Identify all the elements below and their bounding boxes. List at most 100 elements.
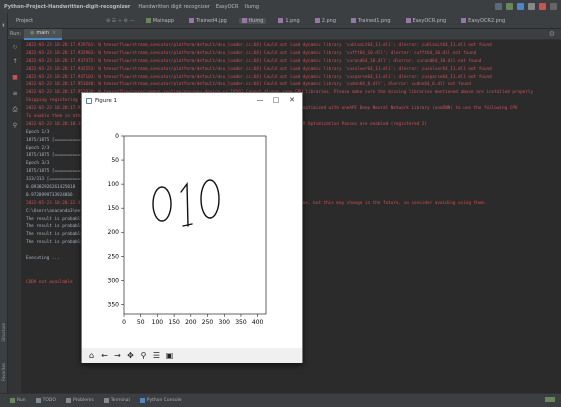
run-tool-window-header: Run: ● main × ⚙ <box>0 28 561 40</box>
image-file-icon <box>314 18 320 23</box>
run-icon[interactable] <box>506 3 513 10</box>
scroll-up-icon[interactable]: ↑ <box>11 58 19 66</box>
y-ticks: 0 50 100 150 200 250 300 350 <box>108 133 124 308</box>
console-line: 2022-05-23 18:20:17.932963: W tensorflow… <box>26 50 477 56</box>
status-python-console[interactable]: Python Console <box>139 398 182 403</box>
title-menu-2[interactable]: EasyOCR <box>216 4 239 10</box>
rerun-icon[interactable]: ↻ <box>11 44 19 52</box>
project-tool-icon[interactable]: ▮ <box>1 23 6 28</box>
figure-window[interactable]: Figure 1 — □ ✕ 0 50 100 150 200 250 300 350 400 … <box>81 92 303 363</box>
figure-title: Figure 1 <box>95 97 118 104</box>
pan-icon[interactable]: ✥ <box>125 350 136 361</box>
editor-tab[interactable]: 1.png <box>275 18 302 24</box>
x-tick-label: 100 <box>152 319 164 326</box>
editor-tabs-bar: Project ⊕ ☰ ÷ ⚙ — Mainapp Trained4.jpg t… <box>0 13 561 29</box>
subplots-icon[interactable]: ☰ <box>151 350 162 361</box>
editor-tab[interactable]: Trained1.png <box>348 18 394 24</box>
title-menu-1[interactable]: Handwritten digit recognizer <box>138 4 209 10</box>
image-file-icon <box>278 18 284 23</box>
x-tick-label: 200 <box>185 319 197 326</box>
stop-icon[interactable] <box>539 3 546 10</box>
editor-tab[interactable]: Mainapp <box>143 18 177 24</box>
project-selector[interactable]: Project <box>16 18 106 24</box>
print-icon[interactable]: ⎙ <box>11 106 19 114</box>
coverage-icon[interactable] <box>528 3 535 10</box>
soft-wrap-icon[interactable]: ≡ <box>11 90 19 98</box>
status-problems[interactable]: Problems <box>65 398 94 403</box>
run-label: Run: <box>10 31 22 37</box>
search-icon[interactable] <box>550 3 557 10</box>
maximize-button[interactable]: □ <box>268 93 284 108</box>
matplotlib-logo-icon <box>86 97 92 104</box>
editor-tab[interactable]: EasyOCR.png <box>403 18 450 24</box>
run-tab-main[interactable]: ● main × <box>24 28 63 40</box>
close-button[interactable]: ✕ <box>284 93 300 108</box>
editor-tab[interactable]: 2.png <box>312 18 339 24</box>
run-icon <box>10 398 15 403</box>
figure-toolbar: ⌂ ← → ✥ ⚲ ☰ ▣ <box>82 348 302 363</box>
run-side-toolbar: ↻ ↑ ■ ≡ ⎙ ⚲ <box>8 40 22 393</box>
x-tick-label: 0 <box>122 319 126 326</box>
status-right <box>545 397 555 402</box>
gear-icon[interactable]: ⚙ <box>549 30 555 38</box>
window-buttons: — □ ✕ <box>252 93 300 108</box>
status-run[interactable]: Run <box>10 398 26 403</box>
run-config-icon[interactable] <box>495 3 502 10</box>
project-title: Python-Project-Handwritten-digit-recogni… <box>4 3 131 10</box>
x-tick-label: 350 <box>235 319 247 326</box>
y-tick-label: 300 <box>108 277 120 284</box>
toolbar-actions-icon[interactable]: ⊕ ☰ ÷ ⚙ — <box>106 18 135 24</box>
title-bar-actions <box>495 3 557 10</box>
title-menu-3[interactable]: tlumg <box>245 4 260 10</box>
console-line: 2022-05-23 18:20:17.942553: W tensorflow… <box>26 66 492 72</box>
forward-icon[interactable]: → <box>112 350 123 361</box>
favorites-tool-icon[interactable]: Favorites <box>1 363 6 381</box>
x-tick-label: 250 <box>202 319 214 326</box>
python-console-icon <box>139 398 145 403</box>
image-file-icon <box>351 18 356 23</box>
zoom-icon[interactable]: ⚲ <box>138 350 149 361</box>
image-file-icon <box>241 18 247 23</box>
figure-canvas[interactable]: 0 50 100 150 200 250 300 350 400 0 50 100 150 200 250… <box>82 108 302 348</box>
structure-tool-icon[interactable]: Structure <box>1 323 6 342</box>
figure-title-bar[interactable]: Figure 1 — □ ✕ <box>82 93 302 108</box>
y-tick-label: 50 <box>111 157 119 164</box>
x-tick-label: 300 <box>219 319 231 326</box>
ide-window: Python-Project-Handwritten-digit-recogni… <box>0 0 561 407</box>
y-tick-label: 350 <box>108 301 120 308</box>
title-bar: Python-Project-Handwritten-digit-recogni… <box>0 0 561 13</box>
status-bar: Run TODO Problems Terminal Python Consol… <box>0 393 561 407</box>
home-icon[interactable]: ⌂ <box>86 350 97 361</box>
left-tool-strip: ▮ Structure Favorites <box>0 13 8 393</box>
python-run-icon: ● <box>30 30 35 36</box>
back-icon[interactable]: ← <box>99 350 110 361</box>
status-terminal[interactable]: Terminal <box>103 398 130 403</box>
minimize-button[interactable]: — <box>252 93 268 108</box>
pin-icon[interactable]: ⚲ <box>11 122 19 130</box>
y-tick-label: 100 <box>108 181 120 188</box>
close-icon[interactable]: × <box>52 30 56 36</box>
save-icon[interactable]: ▣ <box>164 350 175 361</box>
terminal-icon <box>103 398 109 403</box>
console-line: 2022-05-23 18:20:17.947103: W tensorflow… <box>26 74 492 80</box>
image-file-icon <box>405 18 411 23</box>
python-file-icon <box>145 18 151 23</box>
stop-icon[interactable]: ■ <box>11 74 19 82</box>
status-todo[interactable]: TODO <box>35 398 56 403</box>
editor-tab[interactable]: Trained4.jpg <box>186 18 230 24</box>
plot-svg: 0 50 100 150 200 250 300 350 400 0 50 100 150 200 250… <box>108 133 267 326</box>
y-tick-label: 150 <box>108 205 120 212</box>
axes-frame <box>123 135 267 315</box>
image-file-icon <box>189 18 195 23</box>
problems-icon <box>65 398 71 403</box>
event-log-icon[interactable] <box>545 397 555 402</box>
todo-icon <box>35 398 41 403</box>
editor-tab-active[interactable]: tlumg <box>238 17 267 24</box>
console-line: 2022-05-23 18:20:17.929761: W tensorflow… <box>26 43 492 48</box>
debug-icon[interactable] <box>517 3 524 10</box>
x-ticks: 0 50 100 150 200 250 300 350 400 <box>122 314 264 326</box>
x-tick-label: 150 <box>168 319 180 326</box>
console-line: 2022-05-23 18:20:17.937472: W tensorflow… <box>26 58 482 64</box>
y-tick-label: 0 <box>115 133 119 140</box>
editor-tab[interactable]: EasyOCR2.png <box>458 18 508 24</box>
